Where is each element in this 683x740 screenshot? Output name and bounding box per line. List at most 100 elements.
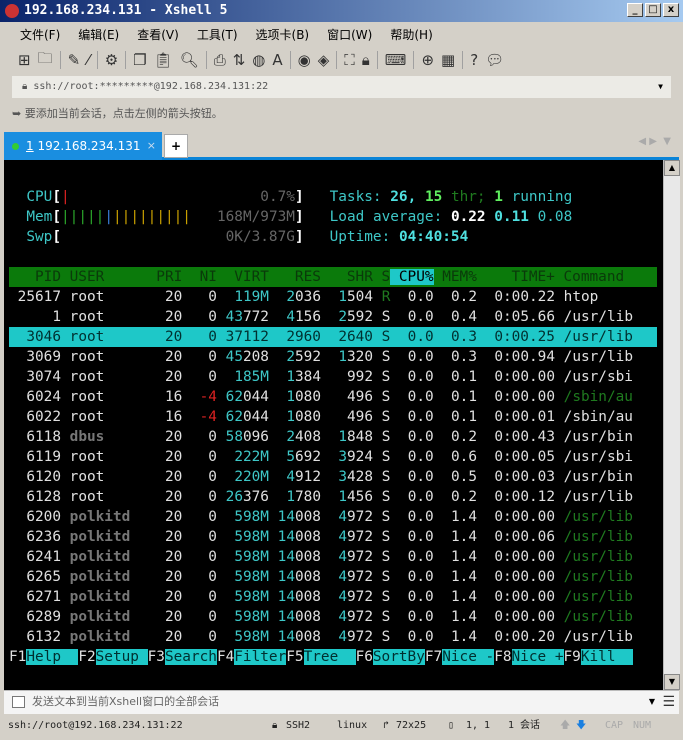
title-bar: 192.168.234.131 - Xshell 5 _ □ x [0,0,683,22]
process-row[interactable]: 6265 polkitd 20 0 598M 14008 4972 S 0.0 … [9,567,657,587]
process-row[interactable]: 6271 polkitd 20 0 598M 14008 4972 S 0.0 … [9,587,657,607]
column-header-command[interactable]: Command [555,269,657,285]
process-row[interactable]: 6118 dbus 20 0 58096 2408 1848 S 0.0 0.2… [9,427,657,447]
process-row[interactable]: 6024 root 16 -4 62044 1080 496 S 0.0 0.1… [9,387,657,407]
tab-nav-icon[interactable]: ◀ ▶ ▼ [638,136,671,147]
disconnect-icon[interactable]: ⁄ [87,51,90,69]
column-header-res[interactable]: RES [269,269,321,285]
column-header-time[interactable]: TIME+ [477,269,555,285]
window-title: 192.168.234.131 - Xshell 5 [24,3,228,18]
column-header-mem[interactable]: MEM% [434,269,477,285]
maximize-button[interactable]: □ [645,3,661,17]
fkey-nice[interactable]: Nice - [442,649,495,665]
scroll-up-icon[interactable]: ▲ [664,160,680,176]
process-row[interactable]: 3046 root 20 0 37112 2960 2640 S 0.0 0.3… [9,327,657,347]
chevron-down-icon[interactable]: ▼ [649,691,655,713]
tab-session[interactable]: 1 192.168.234.131 × [4,132,162,160]
font-icon[interactable]: A [272,51,282,69]
add-tab-button[interactable]: + [164,134,188,158]
fkey-filter[interactable]: Filter [234,649,287,665]
toolbar: ⊞ 🗀 ✎ ⁄ ⚙ ❐ 📋︎ 🔍︎ ⎙ ⇅ ◍ A ◉ ◈ ⛶ 🔒︎ ⌨ ⊕ ▦? 💬︎ [4,46,679,74]
menu-edit[interactable]: 编辑(E) [78,26,119,43]
process-row[interactable]: 6200 polkitd 20 0 598M 14008 4972 S 0.0 … [9,507,657,527]
copy-icon[interactable]: ❐ [133,51,146,69]
column-header-virt[interactable]: VIRT [217,269,269,285]
fkey-nice[interactable]: Nice + [511,649,564,665]
process-row[interactable]: 6120 root 20 0 220M 4912 3428 S 0.0 0.5 … [9,467,657,487]
fkey-search[interactable]: Search [164,649,217,665]
find-icon[interactable]: 🔍︎ [180,51,199,69]
toolbar-separator [376,51,378,69]
process-row[interactable]: 6241 polkitd 20 0 598M 14008 4972 S 0.0 … [9,547,657,567]
scroll-down-icon[interactable]: ▼ [664,674,680,690]
process-row[interactable]: 6236 polkitd 20 0 598M 14008 4972 S 0.0 … [9,527,657,547]
lock-icon: 🔒︎ [22,81,34,92]
address-bar[interactable]: 🔒︎ ssh://root:*********@192.168.234.131:… [12,76,671,98]
status-protocol: SSH2 [286,720,311,731]
toolbar-separator [59,51,61,69]
close-button[interactable]: x [663,3,679,17]
transfer-icon[interactable]: ⇅ [233,51,246,69]
cpu-meter: CPU[| 0.7%] Tasks: 26, 15 thr; 1 running [26,189,573,205]
process-row[interactable]: 6289 polkitd 20 0 598M 14008 4972 S 0.0 … [9,607,657,627]
arrow-up-icon[interactable]: 🡅 [560,714,570,738]
menu-view[interactable]: 查看(V) [137,26,179,43]
paste-icon[interactable]: 📋︎ [154,51,173,69]
fkey-tree[interactable]: Tree [303,649,356,665]
terminal[interactable]: CPU[| 0.7%] Tasks: 26, 15 thr; 1 running… [4,160,663,690]
resize-icon: ↱ [383,720,390,731]
menu-window[interactable]: 窗口(W) [327,26,372,43]
column-header-pri[interactable]: PRI [148,269,182,285]
layout-icon[interactable]: ▦ [441,51,455,69]
menu-icon[interactable]: ☰ [662,691,675,713]
process-row[interactable]: 25617 root 20 0 119M 2036 1504 R 0.0 0.2… [9,287,657,307]
column-header-s[interactable]: S [373,269,391,285]
column-header-cpu[interactable]: CPU% [390,269,434,285]
compose-input[interactable]: 发送文本到当前Xshell窗口的全部会话 [32,695,219,708]
menu-help[interactable]: 帮助(H) [390,26,432,43]
new-session-icon[interactable]: ⊞ [18,51,31,69]
process-row[interactable]: 6022 root 16 -4 62044 1080 496 S 0.0 0.1… [9,407,657,427]
process-row[interactable]: 6132 polkitd 20 0 598M 14008 4972 S 0.0 … [9,627,657,647]
arrow-icon[interactable]: ➥ [12,107,25,120]
chevron-down-icon[interactable]: ▼ [658,76,663,98]
process-row[interactable]: 6119 root 20 0 222M 5692 3924 S 0.0 0.6 … [9,447,657,467]
process-row[interactable]: 6128 root 20 0 26376 1780 1456 S 0.0 0.2… [9,487,657,507]
help-icon[interactable]: ? [470,51,478,69]
column-header-shr[interactable]: SHR [321,269,373,285]
fkey-kill[interactable]: Kill [580,649,633,665]
xmanager-icon[interactable]: ◈ [318,51,330,69]
chat-icon[interactable]: 💬︎ [485,51,504,69]
new-tab-icon[interactable]: ⊕ [421,51,434,69]
process-row[interactable]: 1 root 20 0 43772 4156 2592 S 0.0 0.4 0:… [9,307,657,327]
scrollbar[interactable]: ▲ ▼ [663,160,680,690]
fkey-sortby[interactable]: SortBy [372,649,425,665]
xftp-icon[interactable]: ◉ [298,51,311,69]
fkey-help[interactable]: Help [26,649,79,665]
minimize-button[interactable]: _ [627,3,643,17]
column-header-ni[interactable]: NI [182,269,217,285]
process-row[interactable]: 3074 root 20 0 185M 1384 992 S 0.0 0.1 0… [9,367,657,387]
print-icon[interactable]: ⎙ [214,51,226,69]
open-folder-icon[interactable]: 🗀 [38,48,53,73]
keyboard-icon[interactable]: ⌨ [385,51,407,69]
lock-icon[interactable]: 🔒︎ [362,51,370,69]
toolbar-separator [125,51,127,69]
status-address: ssh://root@192.168.234.131:22 [8,720,183,731]
globe-icon[interactable]: ◍ [252,51,265,69]
compose-checkbox[interactable] [12,696,25,708]
menu-tools[interactable]: 工具(T) [197,26,238,43]
compose-bar[interactable]: 发送文本到当前Xshell窗口的全部会话 ▼ ☰ [4,690,679,714]
menu-file[interactable]: 文件(F) [20,26,60,43]
fullscreen-icon[interactable]: ⛶ [344,51,355,69]
fkey-setup[interactable]: Setup [95,649,148,665]
process-table-header: PID USER PRI NI VIRT RES SHR S CPU% MEM%… [9,267,657,287]
process-row[interactable]: 3069 root 20 0 45208 2592 1320 S 0.0 0.3… [9,347,657,367]
column-header-user[interactable]: USER [61,269,148,285]
properties-icon[interactable]: ⚙ [105,51,118,69]
column-header-pid[interactable]: PID [9,269,61,285]
tab-close-icon[interactable]: × [147,132,156,160]
arrow-down-icon[interactable]: 🡇 [576,714,586,738]
menu-tabs[interactable]: 选项卡(B) [256,26,310,43]
connect-icon[interactable]: ✎ [68,51,81,69]
